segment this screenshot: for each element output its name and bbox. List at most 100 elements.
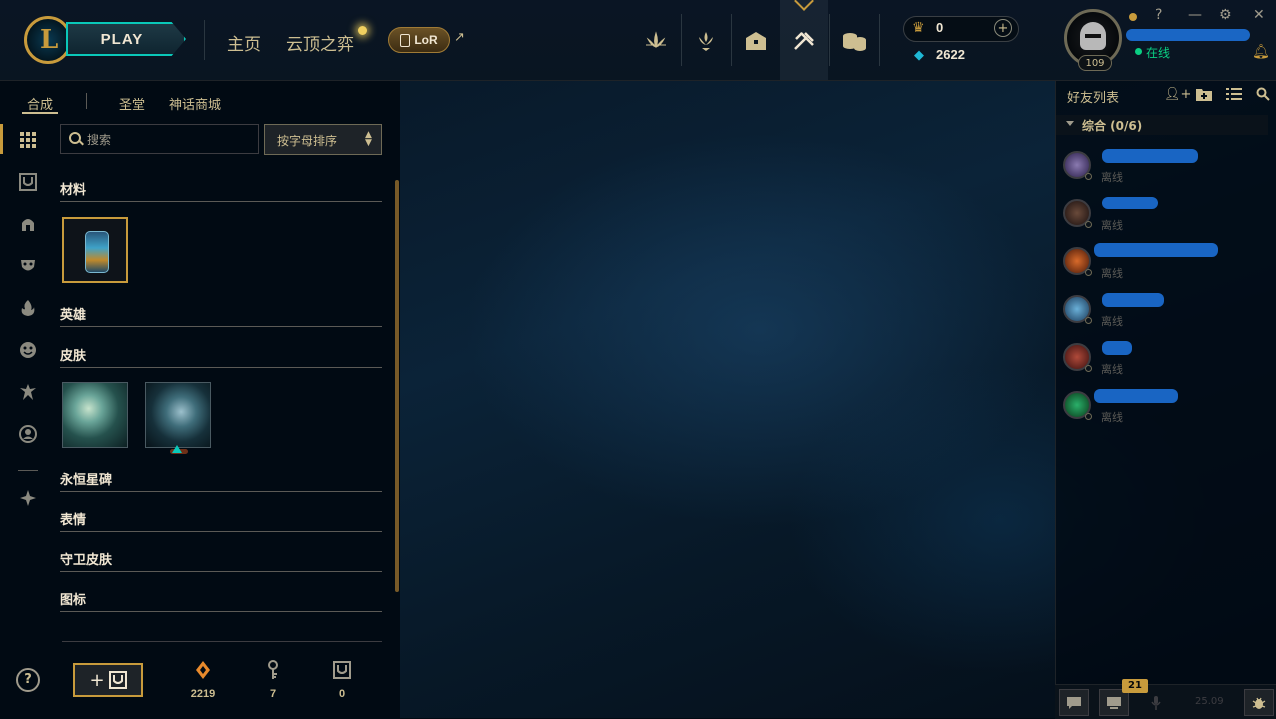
add-folder-icon[interactable] [1196,87,1212,105]
offline-status-icon [1085,221,1092,228]
active-rail-indicator [0,124,3,154]
play-button[interactable]: PLAY [66,22,186,56]
friend-row[interactable]: 离线 [1056,243,1276,287]
orange-essence-icon [183,658,223,682]
category-materials: 材料 [60,179,382,202]
sort-dropdown[interactable]: 按字母排序 ▲ ▼ [264,124,382,155]
lor-button[interactable]: LoR [388,27,450,53]
offline-status-icon [1085,173,1092,180]
active-tab-underline [22,112,58,114]
collapse-triangle-icon [1066,121,1074,126]
eternals-flame-icon[interactable] [18,298,38,318]
chest-icon [322,658,362,682]
search-icon[interactable] [1256,87,1270,105]
plus-icon: + [89,669,105,691]
key-value: 7 [269,688,277,700]
profile-icon-filter-icon[interactable] [18,424,38,444]
chat-bubble-icon[interactable] [1059,689,1089,716]
emote-face-icon[interactable] [18,340,38,360]
category-eternals: 永恒星碑 [60,469,382,492]
up-down-chevron-icon: ▲ ▼ [365,130,372,148]
external-link-icon: ↗ [454,30,465,45]
friend-status: 离线 [1101,267,1123,280]
friend-status: 离线 [1101,315,1123,328]
store-tab-coins-icon[interactable] [837,24,871,58]
orange-essence-counter: 2219 [183,658,223,700]
divider [86,93,87,109]
blue-essence-icon: ◆ [914,48,924,63]
loot-item-skin[interactable] [62,382,128,448]
search-icon [69,132,81,144]
divider [731,14,732,66]
add-chest-button[interactable]: + [73,663,143,697]
collection-tab-icon[interactable] [689,24,723,58]
category-champions: 英雄 [60,304,382,327]
ward-skin-icon[interactable] [18,382,38,402]
champion-helmet-icon[interactable] [18,214,38,234]
all-items-grid-icon[interactable] [18,130,38,150]
lor-label: LoR [414,33,438,47]
friend-row[interactable]: 离线 [1056,387,1276,431]
crafting-tab-icon[interactable] [787,24,821,58]
settings-gear-icon[interactable]: ⚙ [1219,7,1232,23]
offline-status-icon [1085,365,1092,372]
close-icon[interactable]: ✕ [1253,7,1265,23]
friends-panel: 好友列表 👤︎+ 综合 (0/6) 离线 离线 离线 离线 离线 离线 [1055,81,1276,718]
search-input[interactable] [85,129,259,151]
nav-tft[interactable]: 云顶之弈 [286,30,354,55]
help-button[interactable]: ? [16,668,40,692]
key-icon [253,658,293,682]
mission-scroll-icon[interactable] [1099,689,1129,716]
friend-row[interactable]: 离线 [1056,147,1276,191]
loot-tab-icon[interactable] [739,24,773,58]
offline-status-icon [1085,317,1092,324]
status-text[interactable]: 在线 [1146,44,1170,61]
friend-status: 离线 [1101,363,1123,376]
tab-mythic-shop[interactable]: 神话商城 [169,94,221,113]
nav-home[interactable]: 主页 [227,30,261,55]
redacted-friend-name [1102,149,1198,163]
skin-art-image [63,383,127,447]
buy-rp-button[interactable]: + [994,19,1012,37]
minimize-icon[interactable]: — [1188,7,1202,23]
chest-counter: 0 [322,658,362,700]
chest-filter-icon[interactable] [18,172,38,192]
microphone-icon[interactable] [1141,689,1171,716]
skin-mask-icon[interactable] [18,256,38,276]
offline-status-icon [1085,413,1092,420]
riot-points-value: 0 [936,20,944,35]
divider [879,14,880,66]
other-loot-icon[interactable] [18,488,38,508]
friend-status: 离线 [1101,171,1123,184]
notification-bell-icon[interactable]: 🔔︎ [1252,44,1270,60]
category-emotes: 表情 [60,509,382,532]
bug-report-icon[interactable] [1244,689,1274,716]
add-friend-icon[interactable]: 👤︎+ [1164,87,1191,102]
divider [204,20,205,60]
offline-status-icon [1085,269,1092,276]
friend-status: 离线 [1101,219,1123,232]
notification-dot-icon [358,26,367,35]
help-icon[interactable]: ? [1155,7,1162,23]
profile-tab-lotus-icon[interactable] [639,24,673,58]
friends-title: 好友列表 [1067,91,1120,106]
friend-row[interactable]: 离线 [1056,195,1276,239]
skin-art-image [146,383,210,447]
scrollbar[interactable] [395,180,399,592]
sort-label: 按字母排序 [277,134,338,148]
divider [62,641,382,642]
divider [18,470,38,471]
tab-sanctum[interactable]: 圣堂 [119,94,145,113]
category-icons: 图标 [60,589,382,612]
league-logo-icon[interactable]: L [24,16,72,64]
chest-icon [108,671,127,689]
search-field[interactable] [60,124,259,154]
tab-crafting[interactable]: 合成 [27,94,53,113]
loot-item-skin[interactable] [145,382,211,448]
list-view-icon[interactable] [1226,87,1242,105]
friend-row[interactable]: 离线 [1056,291,1276,335]
friend-group-general[interactable]: 综合 (0/6) [1056,115,1268,135]
friend-row[interactable]: 离线 [1056,339,1276,383]
loot-item-material[interactable] [62,217,128,283]
redacted-friend-name [1094,389,1178,403]
